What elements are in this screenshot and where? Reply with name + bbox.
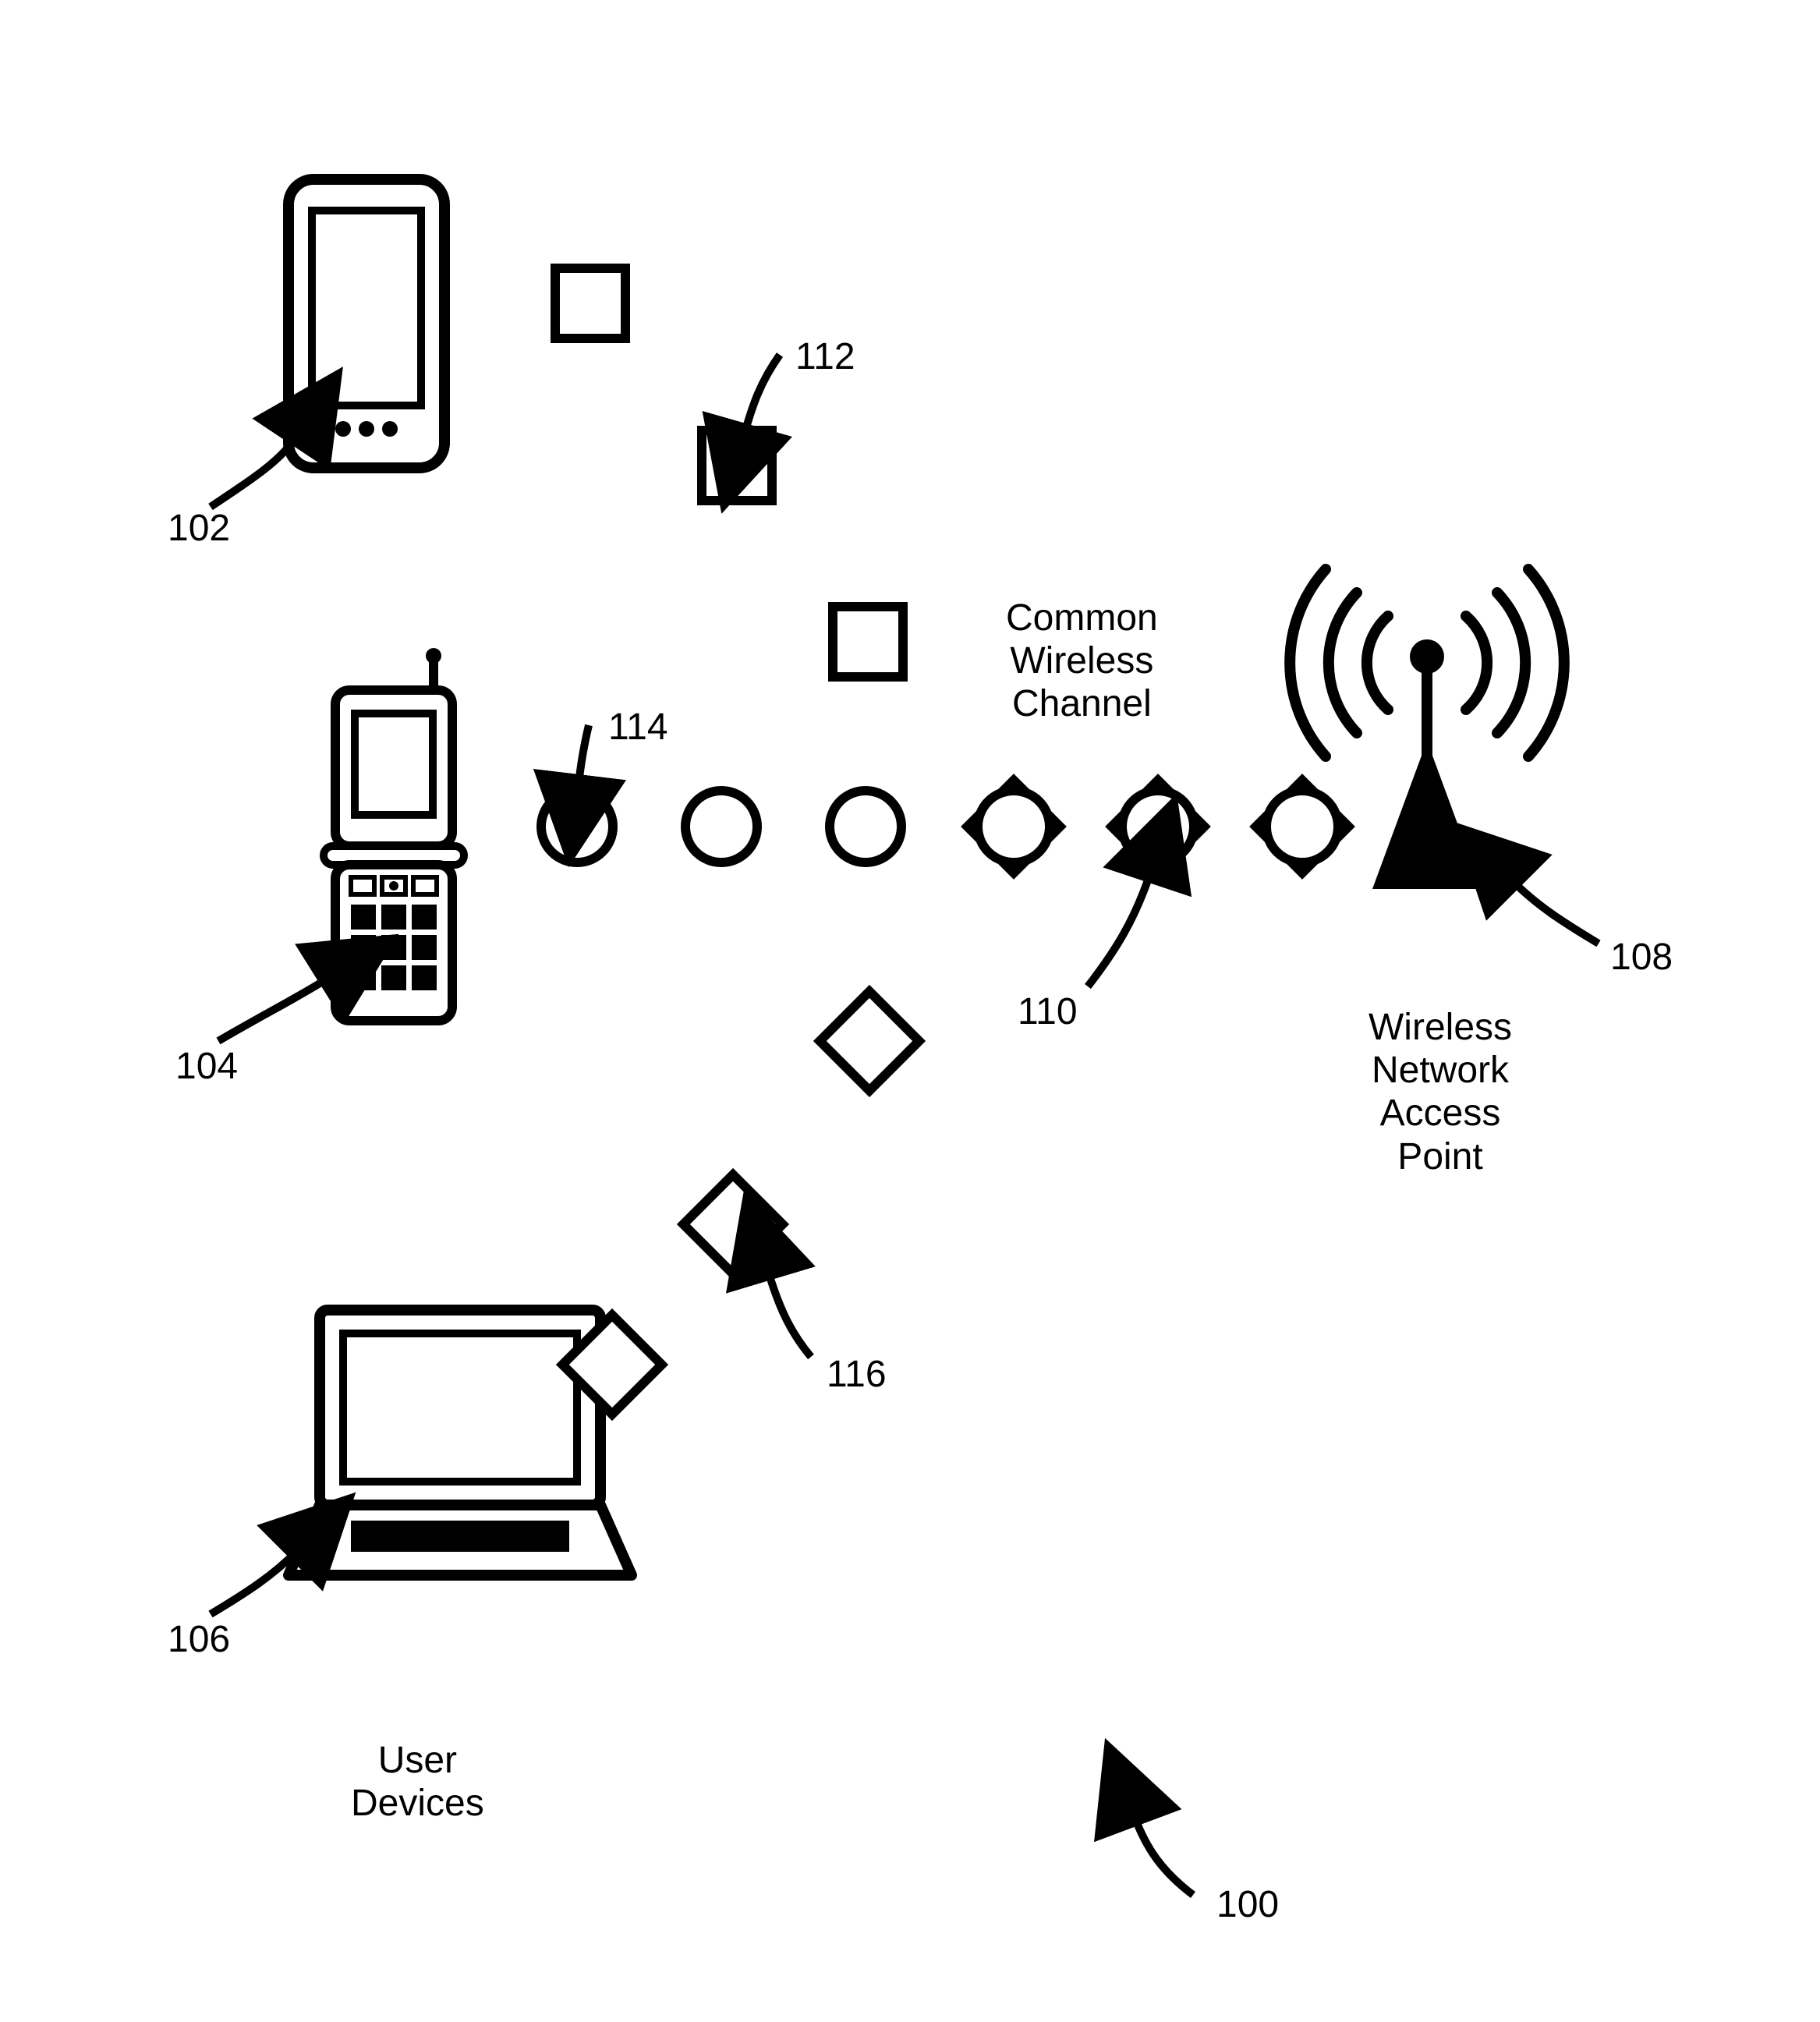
- leader-112: [745, 355, 780, 433]
- leader-104: [218, 979, 328, 1041]
- diamond-symbols-group: [562, 991, 919, 1414]
- diamond-symbol: [820, 991, 919, 1090]
- ref-102-label: 102: [168, 507, 230, 550]
- ref-114-label: 114: [608, 706, 668, 749]
- smartphone-device: [289, 179, 444, 468]
- leader-100: [1135, 1817, 1193, 1895]
- common-wireless-channel-label: Common Wireless Channel: [1006, 597, 1158, 726]
- circle-symbol: [541, 791, 613, 862]
- leader-106: [211, 1552, 296, 1614]
- ref-112-label: 112: [795, 335, 855, 378]
- wireless-network-access-point-label: Wireless Network Access Point: [1369, 1006, 1512, 1178]
- ref-106-label: 106: [168, 1618, 230, 1661]
- combined-symbols-group: [968, 781, 1349, 873]
- square-symbol: [702, 430, 772, 501]
- diagram-svg: [0, 0, 1820, 2022]
- circle-symbol: [830, 791, 901, 862]
- square-symbol: [833, 607, 903, 677]
- leader-116: [768, 1271, 811, 1357]
- ref-104-label: 104: [175, 1045, 238, 1088]
- square-symbols-group: [555, 268, 903, 677]
- square-symbol: [555, 268, 625, 338]
- combined-symbol: [1256, 781, 1349, 873]
- diamond-symbol: [683, 1174, 782, 1273]
- ref-108-label: 108: [1610, 936, 1673, 979]
- combined-symbol: [968, 781, 1060, 873]
- flipphone-device: [324, 648, 464, 1021]
- diagram-stage: 102 104 106 108 112 114 116 110 100 Comm…: [0, 0, 1820, 2022]
- leader-114: [579, 725, 589, 784]
- leader-102: [211, 437, 296, 507]
- circle-symbol: [685, 791, 757, 862]
- leader-108: [1513, 881, 1599, 944]
- combined-symbol: [1112, 781, 1205, 873]
- leader-110: [1088, 873, 1150, 986]
- ref-100-label: 100: [1216, 1883, 1279, 1926]
- circle-symbols-group: [541, 791, 901, 862]
- user-devices-label: User Devices: [351, 1739, 484, 1825]
- ref-116-label: 116: [827, 1353, 887, 1396]
- ref-110-label: 110: [1018, 990, 1078, 1033]
